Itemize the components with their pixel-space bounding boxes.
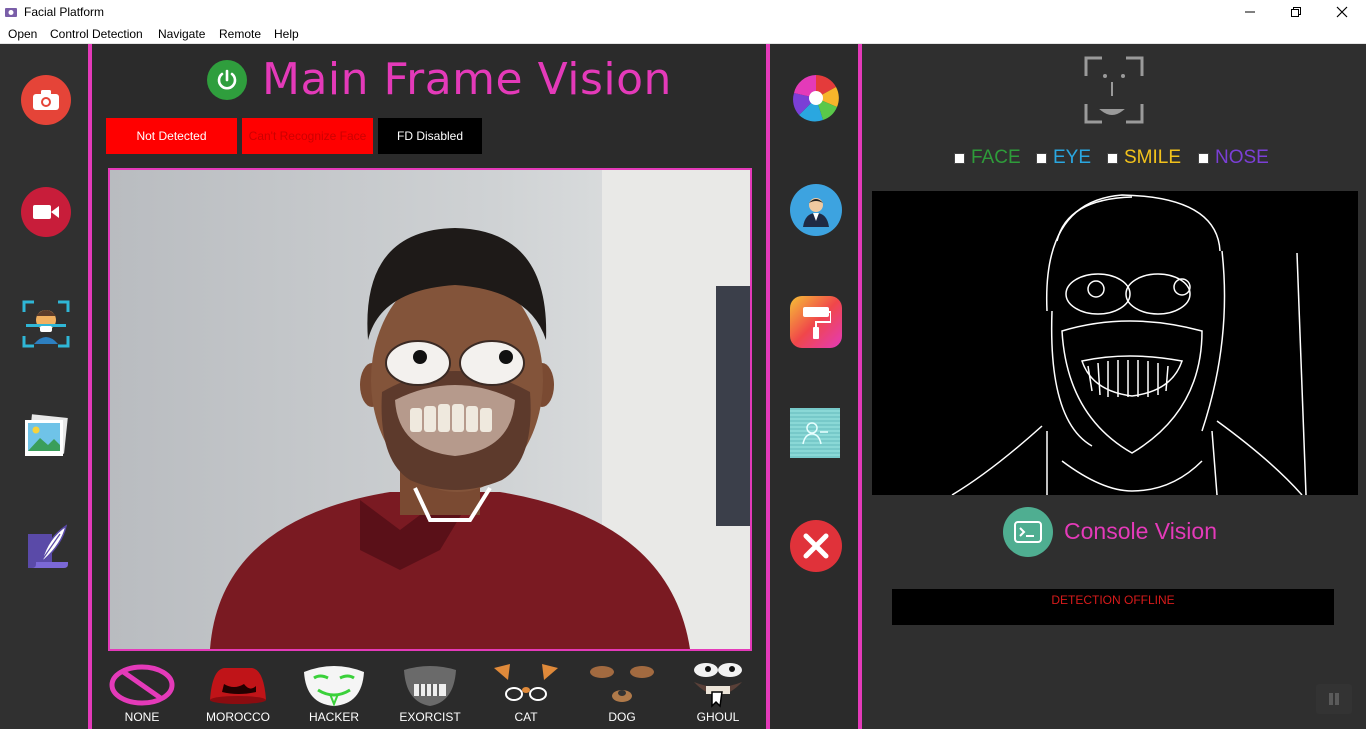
console-button[interactable] [1003,507,1053,557]
quill-paper-icon[interactable] [22,524,70,572]
restore-icon [1291,7,1301,17]
power-icon [217,69,237,90]
checkbox-box[interactable] [1107,152,1118,164]
ghoul-mask-icon [694,663,742,708]
checkbox-label: SMILE [1124,147,1182,168]
face-detect-icon [1084,56,1144,124]
terminal-icon [1014,521,1042,543]
camera-button[interactable] [21,75,71,125]
filter-dog[interactable]: DOG [574,656,670,729]
main-title: Main Frame Vision [262,54,672,105]
fez-hat-icon [210,668,266,704]
filter-label: CAT [514,710,538,724]
cat-ears-icon [494,664,558,701]
checkbox-smile[interactable]: SMILE [1107,147,1182,168]
checkbox-face[interactable]: FACE [954,147,1021,168]
exit-button[interactable] [790,520,842,572]
checkbox-box[interactable] [1036,152,1047,164]
exorcist-mask-icon [404,666,456,706]
gallery-icon[interactable] [22,412,70,460]
edge-detection-image [951,194,1307,495]
camera-icon [33,90,59,110]
filter-ghoul[interactable]: GHOUL [670,656,766,729]
video-camera-icon [33,205,59,219]
close-button[interactable] [1319,0,1365,24]
filter-hacker[interactable]: HACKER [286,656,382,729]
checkbox-nose[interactable]: NOSE [1198,147,1269,168]
power-button[interactable] [207,60,247,100]
no-filter-icon [109,664,175,706]
checkbox-label: FACE [971,147,1021,168]
close-circle-icon [803,533,829,559]
tools-column [766,44,862,729]
checkbox-box[interactable] [1198,152,1209,164]
menu-remote[interactable]: Remote [219,27,261,41]
filter-label: EXORCIST [399,710,461,724]
filter-label: MOROCCO [206,710,270,724]
window-title: Facial Platform [24,5,105,19]
close-icon [1336,6,1348,18]
menu-open[interactable]: Open [8,27,37,41]
filter-label: HACKER [308,710,359,724]
menu-navigate[interactable]: Navigate [158,27,205,41]
detection-status-box: DETECTION OFFLINE [892,589,1334,625]
video-frame [108,168,752,651]
minimize-icon [1245,11,1255,13]
color-wheel-icon [793,75,839,122]
filter-exorcist[interactable]: EXORCIST [382,656,478,729]
user-profile-icon [803,198,829,227]
checkbox-box[interactable] [954,152,965,164]
paint-roller-icon [803,307,831,339]
restore-button[interactable] [1273,0,1319,24]
status-cant-recognize: Can't Recognize Face [242,118,373,154]
paint-button[interactable] [790,296,842,348]
filter-none[interactable]: NONE [94,656,190,729]
face-scan-icon[interactable] [22,300,70,348]
dog-ears-icon [590,666,654,702]
filter-label: DOG [608,710,636,724]
video-button[interactable] [21,187,71,237]
color-picker-button[interactable] [790,72,842,124]
pause-button[interactable] [1316,684,1352,714]
left-sidebar [0,44,92,729]
camera-feed-image [110,170,750,649]
hacker-mask-icon [304,666,364,707]
menu-help[interactable]: Help [274,27,299,41]
checkbox-label: NOSE [1215,147,1269,168]
detection-status-text: DETECTION OFFLINE [1051,593,1175,607]
menu-control-detection[interactable]: Control Detection [50,27,143,41]
title-bar: Facial Platform [0,0,1366,24]
edge-detection-view [872,191,1358,495]
app-icon [5,8,17,17]
filter-cat[interactable]: CAT [478,656,574,729]
right-panel: FACE EYE SMILE NOSE Console Vision DETEC… [862,44,1366,729]
person-glitch-icon [802,422,828,445]
filter-label: GHOUL [696,710,740,724]
status-fd-disabled: FD Disabled [378,118,482,154]
profile-button[interactable] [790,184,842,236]
filter-label: NONE [124,710,160,724]
console-title: Console Vision [1064,518,1218,544]
pause-icon [1329,693,1339,705]
menu-bar: Open Control Detection Navigate Remote H… [0,24,1366,44]
status-not-detected: Not Detected [106,118,237,154]
checkbox-label: EYE [1053,147,1092,168]
main-panel: Main Frame Vision Not Detected Can't Rec… [92,44,766,729]
minimize-button[interactable] [1227,0,1273,24]
checkbox-eye[interactable]: EYE [1036,147,1092,168]
filter-morocco[interactable]: MOROCCO [190,656,286,729]
face-swap-button[interactable] [790,408,840,458]
